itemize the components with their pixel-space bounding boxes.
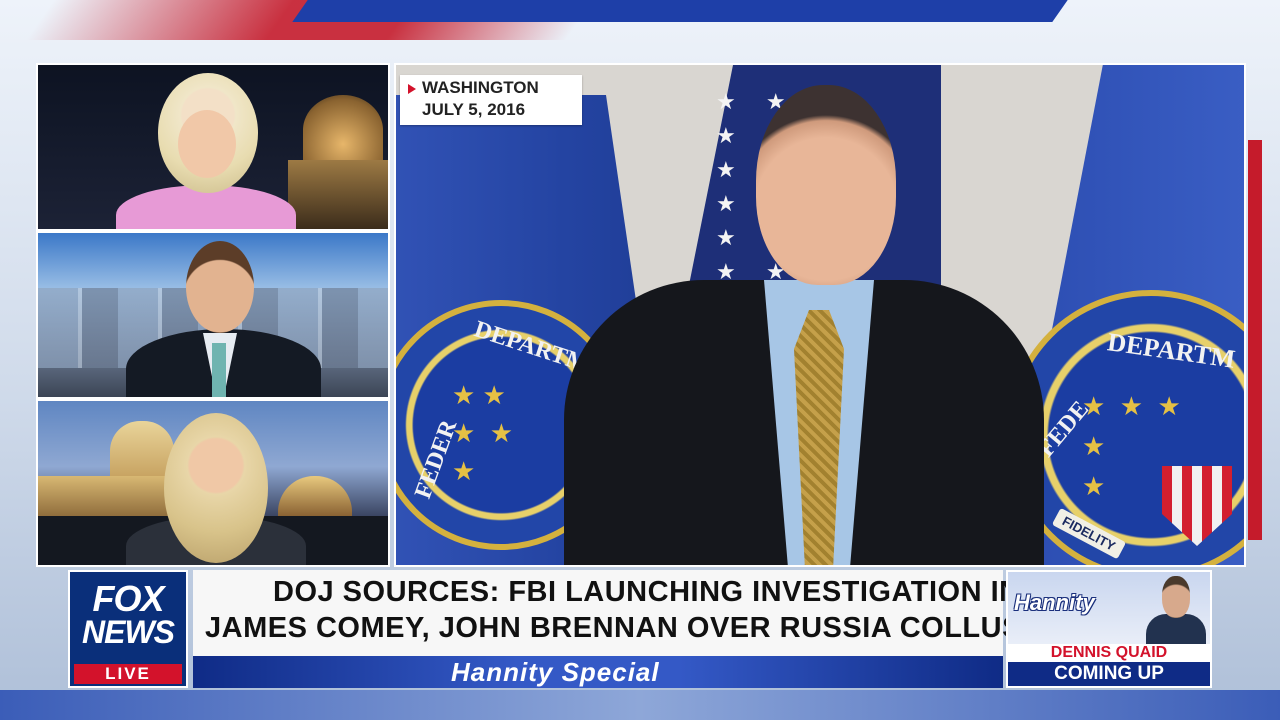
fox-news-logo: FOX NEWS LIVE <box>68 570 188 688</box>
bg-red-stripe-right <box>1248 140 1262 540</box>
play-marker-icon <box>408 84 416 94</box>
seal-right-shield <box>1162 466 1232 546</box>
dateline-box: WASHINGTON JULY 5, 2016 <box>400 75 582 125</box>
capitol-dome-image <box>288 75 388 229</box>
hannity-logo: Hannity <box>1014 590 1095 615</box>
dateline-date: JULY 5, 2016 <box>422 100 526 119</box>
bg-blue-stripe-top <box>292 0 1068 22</box>
headline-box: DOJ SOURCES: FBI LAUNCHING INVESTIGATION… <box>193 570 1169 656</box>
promo-status: COMING UP <box>1008 662 1210 686</box>
main-video-panel: ★ ★ ★★ ★★ ★ ★★ ★★ ★ ★★ ★ DEPARTM FEDER ★… <box>394 63 1246 567</box>
bg-blue-stripe-bottom <box>0 690 1280 720</box>
live-badge: LIVE <box>74 664 182 684</box>
speaker-head <box>756 85 896 285</box>
headline-line-1: DOJ SOURCES: FBI LAUNCHING INVESTIGATION… <box>273 576 1062 608</box>
promo-guest-photo <box>1146 576 1206 644</box>
promo-guest-name: DENNIS QUAID <box>1008 644 1210 662</box>
promo-box: Hannity DENNIS QUAID COMING UP <box>1006 570 1212 688</box>
video-panel-host-1 <box>36 63 390 231</box>
promo-image: Hannity <box>1008 572 1210 644</box>
video-panel-guest-1 <box>36 231 390 399</box>
fox-news-logo-news: NEWS <box>82 614 175 650</box>
show-title: Hannity Special <box>451 657 660 687</box>
video-panel-guest-2 <box>36 399 390 567</box>
dateline-location: WASHINGTON <box>422 78 539 97</box>
show-title-bar: Hannity Special <box>193 656 1003 688</box>
seal-right-text-depart: DEPARTM <box>1105 327 1238 374</box>
seal-left-stars: ★ ★ ★ ★ ★ <box>452 380 514 486</box>
